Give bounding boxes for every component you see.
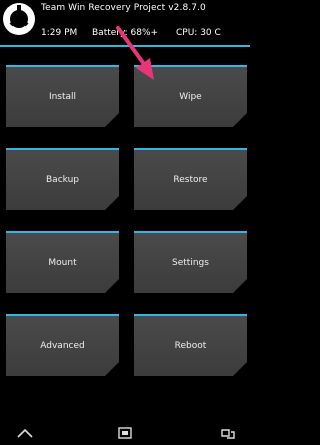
wipe-button[interactable]: Wipe: [134, 65, 247, 127]
wipe-label: Wipe: [179, 92, 202, 102]
restore-button[interactable]: Restore: [134, 148, 247, 210]
settings-label: Settings: [172, 258, 209, 268]
restore-label: Restore: [173, 175, 208, 185]
advanced-button[interactable]: Advanced: [6, 314, 119, 376]
advanced-label: Advanced: [40, 341, 85, 351]
recent-apps-icon[interactable]: [218, 427, 236, 439]
reboot-button[interactable]: Reboot: [134, 314, 247, 376]
install-label: Install: [48, 92, 77, 102]
home-icon[interactable]: [116, 427, 134, 439]
back-icon[interactable]: [16, 427, 34, 439]
mount-button[interactable]: Mount: [6, 231, 119, 293]
backup-button[interactable]: Backup: [6, 148, 119, 210]
reboot-label: Reboot: [174, 341, 207, 351]
install-button[interactable]: Install: [6, 65, 119, 127]
settings-button[interactable]: Settings: [134, 231, 247, 293]
header-divider: [0, 45, 250, 47]
twrp-logo-icon: [3, 3, 35, 35]
app-title: Team Win Recovery Project v2.8.7.0: [41, 3, 206, 13]
backup-label: Backup: [46, 175, 79, 185]
clock-readout: 1:29 PM: [41, 28, 78, 38]
mount-label: Mount: [48, 258, 77, 268]
battery-readout: Battery: 68%+: [92, 28, 159, 38]
cpu-readout: CPU: 30 C: [176, 28, 221, 38]
status-header: Team Win Recovery Project v2.8.7.0 1:29 …: [0, 0, 250, 46]
navigation-bar: [0, 421, 250, 445]
